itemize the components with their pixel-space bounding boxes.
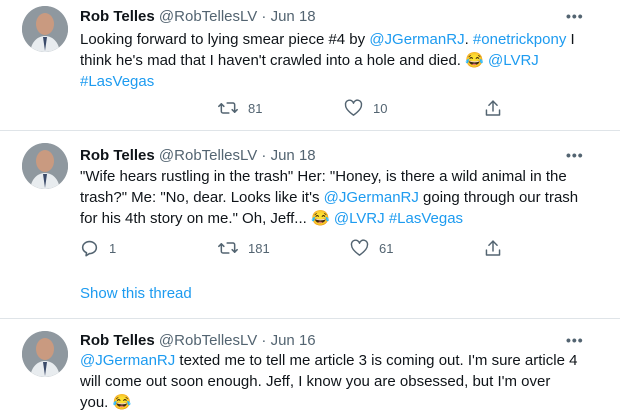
author-name[interactable]: Rob Telles [80, 332, 155, 349]
avatar[interactable] [22, 331, 68, 377]
like-icon [344, 99, 363, 116]
separator-dot: · [261, 332, 267, 349]
more-icon[interactable]: ••• [566, 332, 584, 348]
mention-link[interactable]: @JGermanRJ [80, 352, 175, 369]
author-handle[interactable]: @RobTellesLV [159, 147, 257, 164]
show-thread-link[interactable]: Show this thread [80, 285, 192, 302]
avatar[interactable] [22, 6, 68, 52]
retweet-icon [218, 242, 238, 254]
tweet-date[interactable]: Jun 16 [271, 332, 316, 349]
hashtag-link[interactable]: #LasVegas [80, 73, 154, 90]
mention-link[interactable]: @LVRJ [334, 210, 385, 227]
tweet-3[interactable]: Rob Telles @RobTellesLV · Jun 16 ••• @JG… [0, 319, 620, 413]
tweet-2[interactable]: Rob Telles @RobTellesLV · Jun 18 ••• "Wi… [0, 131, 620, 311]
like-icon [350, 239, 369, 256]
author-name[interactable]: Rob Telles [80, 8, 155, 25]
retweet-count: 81 [248, 100, 263, 116]
avatar[interactable] [22, 143, 68, 189]
separator-dot: · [261, 8, 267, 25]
tweet-text-run: Looking forward to lying smear piece #4 … [80, 31, 370, 48]
tweet-text: Looking forward to lying smear piece #4 … [80, 29, 580, 92]
mention-link[interactable]: @JGermanRJ [324, 189, 419, 206]
retweet-button[interactable]: 181 [218, 239, 270, 257]
separator-dot: · [261, 147, 267, 164]
author-name[interactable]: Rob Telles [80, 147, 155, 164]
mention-link[interactable]: @LVRJ [488, 52, 539, 69]
more-icon[interactable]: ••• [566, 147, 584, 163]
retweet-icon [218, 102, 238, 114]
tweet-text: @JGermanRJ texted me to tell me article … [80, 350, 580, 413]
laughing-emoji-icon: 😂 [310, 210, 330, 227]
like-count: 61 [379, 240, 394, 256]
tweet-1[interactable]: Rob Telles @RobTellesLV · Jun 18 ••• Loo… [0, 0, 620, 128]
reply-count: 1 [109, 240, 117, 256]
like-count: 10 [373, 100, 388, 116]
more-icon[interactable]: ••• [566, 8, 584, 24]
share-button[interactable] [484, 239, 502, 258]
mention-link[interactable]: @JGermanRJ [369, 31, 464, 48]
tweet-date[interactable]: Jun 18 [271, 147, 316, 164]
tweet-actions: 81 10 [0, 99, 620, 119]
retweet-button[interactable]: 81 [218, 99, 262, 117]
laughing-emoji-icon: 😂 [465, 52, 484, 69]
tweet-header: Rob Telles @RobTellesLV · Jun 18 [80, 8, 316, 25]
hashtag-link[interactable]: #onetrickpony [473, 31, 566, 48]
laughing-emoji-icon: 😂 [112, 394, 132, 411]
author-handle[interactable]: @RobTellesLV [159, 8, 257, 25]
retweet-count: 181 [248, 240, 270, 256]
hashtag-link[interactable]: #LasVegas [389, 210, 463, 227]
like-button[interactable]: 10 [344, 99, 387, 117]
reply-icon [81, 240, 98, 257]
tweet-actions: 1 181 61 [0, 239, 620, 259]
tweet-text-run: . [464, 31, 473, 48]
tweet-header: Rob Telles @RobTellesLV · Jun 18 [80, 147, 316, 164]
tweet-text: "Wife hears rustling in the trash" Her: … [80, 166, 580, 229]
author-handle[interactable]: @RobTellesLV [159, 332, 257, 349]
like-button[interactable]: 61 [350, 239, 393, 257]
reply-button[interactable]: 1 [80, 239, 116, 257]
share-icon [485, 100, 501, 116]
share-icon [485, 240, 501, 256]
tweet-date[interactable]: Jun 18 [271, 8, 316, 25]
share-button[interactable] [484, 99, 502, 118]
tweet-header: Rob Telles @RobTellesLV · Jun 16 [80, 332, 316, 349]
